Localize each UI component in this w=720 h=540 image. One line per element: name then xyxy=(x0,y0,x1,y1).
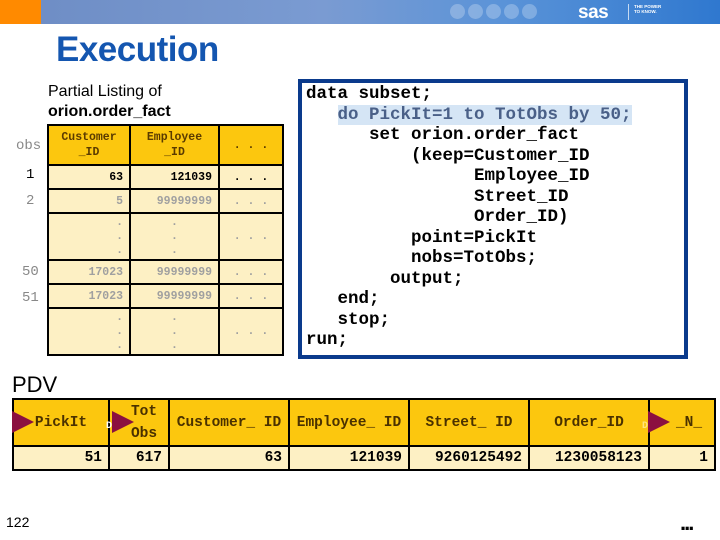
code-line: set orion.order_fact xyxy=(306,125,580,145)
drop-marker: D xyxy=(642,421,649,432)
pdv-value-street-id: 9260125492 xyxy=(408,445,530,471)
pdv-value-row: 51 617 63 121039 9260125492 1230058123 1 xyxy=(12,445,716,471)
pdv-col-street-id: Street_ ID xyxy=(408,398,530,447)
pdv-value-totobs: 617 xyxy=(108,445,170,471)
drop-arrow-icon xyxy=(648,411,670,433)
obs-label: obs xyxy=(16,138,42,154)
pdv-col-customer-id: Customer_ ID xyxy=(168,398,290,447)
cell-ellipsis: . . . xyxy=(47,307,131,356)
code-line: Order_ID) xyxy=(306,207,569,227)
code-line: Employee_ID xyxy=(306,166,590,186)
pdv-col-label: _N_ xyxy=(675,414,703,431)
col-header-more: . . . xyxy=(218,124,284,166)
cell-employee-id: 99999999 xyxy=(129,188,220,214)
pdv-col-pickit: D PickIt xyxy=(6,398,110,447)
code-line-highlighted: do PickIt=1 to TotObs by 50; xyxy=(337,104,632,125)
code-line: end; xyxy=(306,289,380,309)
table-row: 5 99999999 . . . xyxy=(47,188,284,214)
cell-more: . . . xyxy=(218,188,284,214)
cell-employee-id: 121039 xyxy=(129,164,220,190)
pdv-col-n: D _N_ xyxy=(642,398,716,447)
pdv-value-customer-id: 63 xyxy=(168,445,290,471)
cell-customer-id: 17023 xyxy=(47,259,131,285)
sas-code: data subset; do PickIt=1 to TotObs by 50… xyxy=(306,84,632,351)
orange-tab xyxy=(0,0,41,24)
table-row: 17023 99999999 . . . xyxy=(47,283,284,309)
decorative-dots xyxy=(450,4,537,19)
table-row-ellipsis: . . . . . . . . . xyxy=(47,307,284,356)
pdv-value-employee-id: 121039 xyxy=(288,445,410,471)
cell-more: . . . xyxy=(218,307,284,356)
code-line: stop; xyxy=(306,309,391,330)
pdv-table: D PickIt D Tot Obs Customer_ ID Employee… xyxy=(6,398,716,471)
drop-arrow-icon xyxy=(112,411,134,433)
listing-caption: Partial Listing of orion.order_fact xyxy=(48,82,171,122)
cell-customer-id: 63 xyxy=(47,164,131,190)
table-row: 17023 99999999 . . . xyxy=(47,259,284,285)
code-line: Street_ID xyxy=(306,186,569,207)
code-line: data subset; xyxy=(306,84,433,104)
pdv-col-employee-id: Employee_ ID xyxy=(288,398,410,447)
pdv-header-row: D PickIt D Tot Obs Customer_ ID Employee… xyxy=(6,398,716,447)
col-header-customer-id: Customer _ID xyxy=(47,124,131,166)
page-number: 122 xyxy=(6,514,30,530)
pdv-value-pickit: 51 xyxy=(12,445,110,471)
cell-ellipsis: . . . xyxy=(47,212,131,261)
top-banner xyxy=(0,0,720,24)
slide-title: Execution xyxy=(56,30,219,69)
cell-employee-id: 99999999 xyxy=(129,259,220,285)
cell-customer-id: 17023 xyxy=(47,283,131,309)
cell-employee-id: 99999999 xyxy=(129,283,220,309)
table-header-row: Customer _ID Employee _ID . . . xyxy=(47,124,284,166)
cell-more: . . . xyxy=(218,259,284,285)
logo-divider xyxy=(628,4,629,20)
cell-more: . . . xyxy=(218,164,284,190)
pdv-value-order-id: 1230058123 xyxy=(528,445,650,471)
code-line: point=PickIt xyxy=(306,227,538,248)
code-line: (keep=Customer_ID xyxy=(306,145,590,166)
table-row: 63 121039 . . . xyxy=(47,164,284,190)
pdv-col-totobs: D Tot Obs xyxy=(106,398,170,447)
table-row-ellipsis: . . . . . . . . . xyxy=(47,212,284,261)
code-line: run; xyxy=(306,330,349,350)
cell-ellipsis: . . . xyxy=(129,307,220,356)
sas-logo: sas xyxy=(578,2,609,23)
cell-ellipsis: . . . xyxy=(129,212,220,261)
col-header-employee-id: Employee _ID xyxy=(129,124,220,166)
code-line: nobs=TotObs; xyxy=(306,248,538,268)
drop-arrow-icon xyxy=(12,411,34,433)
code-line: output; xyxy=(306,268,464,289)
sas-tagline: THE POWER TO KNOW. xyxy=(634,4,662,14)
drop-marker: D xyxy=(106,421,113,432)
drop-marker: D xyxy=(6,421,13,432)
pdv-col-label: PickIt xyxy=(34,414,88,431)
listing-caption-dataset: orion.order_fact xyxy=(48,103,171,120)
pdv-value-n: 1 xyxy=(648,445,716,471)
more-indicator[interactable]: ... xyxy=(680,510,694,536)
pdv-label: PDV xyxy=(12,372,58,397)
cell-more: . . . xyxy=(218,283,284,309)
cell-more: . . . xyxy=(218,212,284,261)
pdv-col-order-id: Order_ID xyxy=(528,398,650,447)
partial-listing-table: Customer _ID Employee _ID . . . 63 12103… xyxy=(47,124,284,356)
cell-customer-id: 5 xyxy=(47,188,131,214)
code-panel: data subset; do PickIt=1 to TotObs by 50… xyxy=(298,79,688,359)
listing-caption-line1: Partial Listing of xyxy=(48,83,162,100)
